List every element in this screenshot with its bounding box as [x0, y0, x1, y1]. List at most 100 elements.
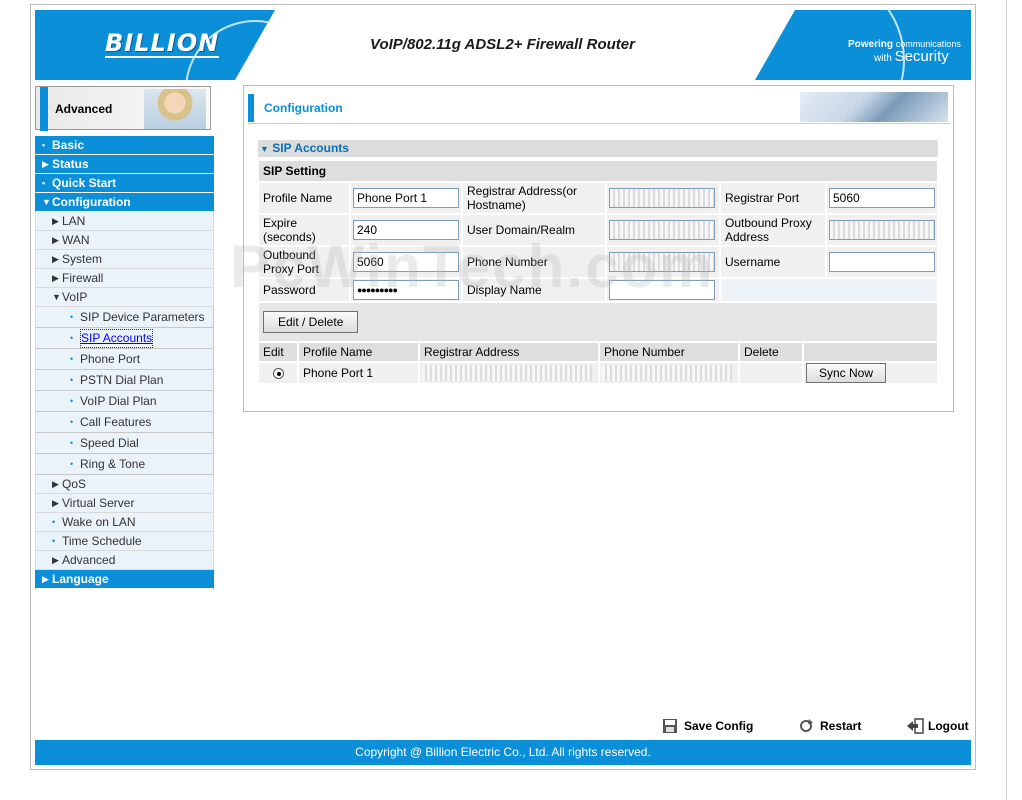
collapsed-arrow-icon: ▶ [42, 158, 49, 169]
nav-item-voip[interactable]: ▼ VoIP [35, 288, 214, 307]
nav-item-time-schedule[interactable]: • Time Schedule [35, 532, 214, 551]
nav-item-language[interactable]: ▶ Language [35, 570, 214, 589]
username-input[interactable] [829, 252, 935, 272]
col-profile-name: Profile Name [298, 342, 419, 362]
bullet-icon: • [42, 177, 46, 188]
expire-input[interactable]: 240 [353, 220, 459, 240]
label-outbound-proxy-port: Outbound Proxy Port [258, 246, 350, 278]
banner-tab [40, 87, 48, 131]
nav-item-system[interactable]: ▶ System [35, 250, 214, 269]
col-edit: Edit [258, 342, 298, 362]
row-phone-number [602, 365, 732, 381]
nav-item-wan[interactable]: ▶ WAN [35, 231, 214, 250]
user-domain-input[interactable] [609, 220, 715, 240]
col-registrar-address: Registrar Address [419, 342, 599, 362]
nav-item-qos[interactable]: ▶ QoS [35, 475, 214, 494]
outbound-proxy-address-input[interactable] [829, 220, 935, 240]
phone-number-input[interactable] [609, 252, 715, 272]
bullet-icon: • [70, 332, 74, 343]
nav-label: Basic [52, 137, 85, 152]
nav-item-configuration[interactable]: ▼ Configuration [35, 193, 214, 212]
restart-button[interactable]: Restart [798, 718, 861, 734]
label-user-domain: User Domain/Realm [462, 214, 606, 246]
edit-delete-button[interactable]: Edit / Delete [263, 311, 359, 333]
nav-label: LAN [62, 213, 86, 228]
collapsed-arrow-icon: ▶ [52, 253, 59, 264]
nav-item-phone-port[interactable]: • Phone Port [35, 349, 214, 370]
nav-label: Wake on LAN [62, 514, 136, 529]
password-input[interactable]: ●●●●●●●●● [353, 280, 459, 300]
collapsed-arrow-icon: ▶ [52, 497, 59, 508]
section-sip-accounts[interactable]: ▼ SIP Accounts [258, 140, 938, 157]
nav-label: Language [52, 571, 109, 586]
collapsed-arrow-icon: ▶ [52, 272, 59, 283]
collapse-icon: ▼ [260, 144, 269, 154]
section-title: SIP Accounts [272, 141, 349, 155]
copyright-bar: Copyright @ Billion Electric Co., Ltd. A… [35, 740, 971, 765]
nav-label: SIP Accounts [80, 328, 154, 348]
page-title: Configuration [264, 101, 343, 115]
expanded-arrow-icon: ▼ [42, 196, 51, 207]
label-expire: Expire (seconds) [258, 214, 350, 246]
nav-item-call-features[interactable]: • Call Features [35, 412, 214, 433]
nav-item-advanced[interactable]: ▶ Advanced [35, 551, 214, 570]
label-outbound-proxy-address: Outbound Proxy Address [720, 214, 826, 246]
office-photo [800, 92, 948, 122]
table-row: Phone Port 1 Sync Now [258, 362, 938, 384]
configuration-header: Configuration [248, 90, 950, 124]
label-display-name: Display Name [462, 278, 606, 302]
registrar-port-input[interactable]: 5060 [829, 188, 935, 208]
expanded-arrow-icon: ▼ [52, 291, 61, 302]
nav-item-basic[interactable]: • Basic [35, 136, 214, 155]
collapsed-arrow-icon: ▶ [52, 215, 59, 226]
window-scrollbar[interactable] [1006, 0, 1022, 800]
col-delete: Delete [739, 342, 803, 362]
nav-label: Virtual Server [62, 495, 135, 510]
row-delete [739, 362, 803, 384]
nav-item-lan[interactable]: ▶ LAN [35, 212, 214, 231]
save-config-label: Save Config [684, 719, 754, 733]
save-icon [662, 718, 678, 734]
collapsed-arrow-icon: ▶ [52, 554, 59, 565]
label-registrar-port: Registrar Port [720, 182, 826, 214]
label-username: Username [720, 246, 826, 278]
nav-item-speed-dial[interactable]: • Speed Dial [35, 433, 214, 454]
label-profile-name: Profile Name [258, 182, 350, 214]
tagline-with: with [874, 53, 892, 64]
nav-item-pstn-dial-plan[interactable]: • PSTN Dial Plan [35, 370, 214, 391]
banner-photo [144, 89, 206, 129]
nav-item-ring-tone[interactable]: • Ring & Tone [35, 454, 214, 475]
label-password: Password [258, 278, 350, 302]
nav-item-status[interactable]: ▶ Status [35, 155, 214, 174]
logout-button[interactable]: Logout [906, 718, 969, 734]
nav-label: Ring & Tone [80, 456, 146, 471]
profile-name-input[interactable]: Phone Port 1 [353, 188, 459, 208]
nav-item-wake-on-lan[interactable]: • Wake on LAN [35, 513, 214, 532]
bullet-icon: • [70, 374, 74, 385]
label-registrar-address: Registrar Address(or Hostname) [462, 182, 606, 214]
left-nav: • Basic ▶ Status • Quick Start ▼ Configuration ▶… [35, 136, 214, 589]
outbound-proxy-port-input[interactable]: 5060 [353, 252, 459, 272]
nav-item-sip-accounts[interactable]: • SIP Accounts [35, 328, 214, 349]
nav-item-virtual-server[interactable]: ▶ Virtual Server [35, 494, 214, 513]
logout-icon [906, 718, 924, 734]
nav-item-quick-start[interactable]: • Quick Start [35, 174, 214, 193]
display-name-input[interactable] [609, 280, 715, 300]
nav-label: Quick Start [52, 175, 117, 190]
bullet-icon: • [70, 458, 74, 469]
bullet-icon: • [52, 516, 56, 527]
bullet-icon: • [42, 139, 46, 150]
edit-radio[interactable] [272, 367, 284, 379]
nav-item-sip-device-parameters[interactable]: • SIP Device Parameters [35, 307, 214, 328]
registrar-address-input[interactable] [609, 188, 715, 208]
header-banner: BILLION VoIP/802.11g ADSL2+ Firewall Rou… [35, 10, 971, 80]
nav-label: Configuration [52, 194, 131, 209]
nav-item-firewall[interactable]: ▶ Firewall [35, 269, 214, 288]
tagline-powering: Powering [848, 39, 894, 50]
nav-label: Call Features [80, 414, 152, 429]
logout-label: Logout [928, 719, 969, 733]
save-config-button[interactable]: Save Config [662, 718, 753, 734]
sync-now-button[interactable]: Sync Now [806, 363, 887, 383]
nav-label: Status [52, 156, 89, 171]
nav-item-voip-dial-plan[interactable]: • VoIP Dial Plan [35, 391, 214, 412]
